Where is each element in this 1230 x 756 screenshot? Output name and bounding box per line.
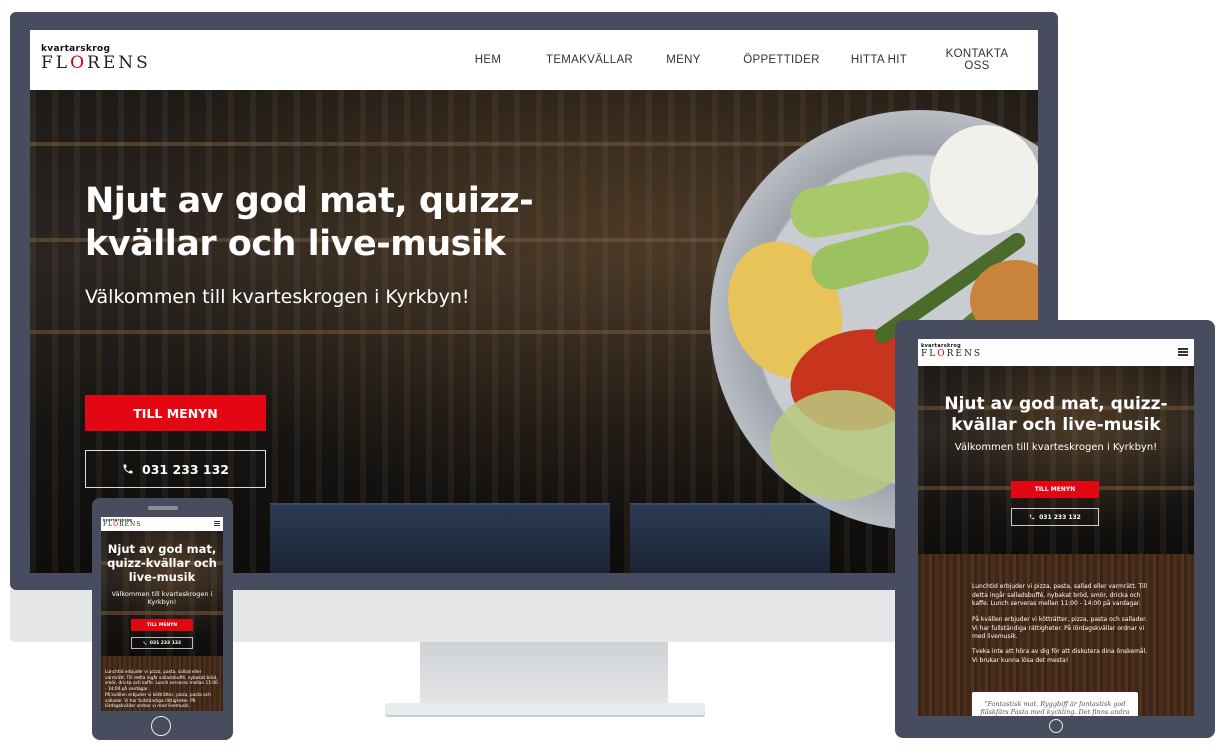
nav-item-hem[interactable]: HEM bbox=[430, 54, 546, 66]
tablet-hero: Njut av god mat, quizz-kvällar och live-… bbox=[918, 366, 1194, 554]
bar-fridge bbox=[630, 503, 830, 573]
desktop-header: kvartarskrog FLORENS HEM TEMAKVÄLLAR MEN… bbox=[30, 30, 1038, 90]
tablet-header: kvartarskrog FLORENS bbox=[918, 339, 1194, 366]
hero-subtitle: Välkommen till kvarteskrogen i Kyrkbyn! bbox=[954, 442, 1158, 453]
phone-button[interactable]: 031 233 132 bbox=[85, 450, 266, 488]
hero-title: Njut av god mat, quizz-kvällar och live-… bbox=[85, 181, 534, 264]
phone-button[interactable]: 031 233 132 bbox=[1011, 508, 1099, 526]
till-menyn-button[interactable]: TILL MENYN bbox=[131, 619, 193, 631]
phone-number-label: 031 233 132 bbox=[1039, 513, 1081, 521]
lunch-paragraph: Lunchtid erbjuder vi pizza, pasta, salla… bbox=[972, 583, 1148, 607]
hero-title: Njut av god mat, quizz-kvällar och live-… bbox=[944, 394, 1168, 435]
salad-image bbox=[770, 390, 910, 500]
phone-home-button[interactable] bbox=[151, 716, 171, 736]
evening-paragraph: På kvällen erbjuder vi kötträtter, pizza… bbox=[972, 616, 1147, 640]
phone-speaker bbox=[148, 506, 178, 510]
hero-subtitle: Välkommen till kvarteskrogen i Kyrkbyn! bbox=[85, 286, 470, 308]
desktop-logo[interactable]: kvartarskrog FLORENS bbox=[41, 44, 151, 72]
desktop-screen: kvartarskrog FLORENS HEM TEMAKVÄLLAR MEN… bbox=[30, 30, 1038, 573]
logo-bottom-text: FLORENS bbox=[103, 521, 142, 528]
review-quote-card: "Fantastisk mat. Ryggbiff är fantastisk … bbox=[972, 692, 1138, 716]
sauce-bowl-image bbox=[930, 125, 1038, 235]
tablet-content-section: Lunchtid erbjuder vi pizza, pasta, salla… bbox=[918, 554, 1194, 716]
nav-item-kontakta-oss[interactable]: KONTAKTA OSS bbox=[937, 48, 1017, 72]
phone-logo[interactable]: kvartarskrog FLORENS bbox=[103, 518, 141, 528]
lunch-paragraph: Lunchtid erbjuder vi pizza, pasta, salla… bbox=[105, 670, 218, 692]
phone-button[interactable]: 031 233 132 bbox=[131, 637, 193, 649]
nav-item-meny[interactable]: MENY bbox=[625, 54, 742, 66]
phone-icon bbox=[123, 464, 133, 474]
phone-number-label: 031 233 132 bbox=[149, 640, 182, 646]
tablet-home-button[interactable] bbox=[1049, 719, 1063, 733]
phone-header: kvartarskrog FLORENS bbox=[101, 517, 223, 531]
hamburger-menu-icon[interactable] bbox=[214, 521, 220, 526]
bar-shelf bbox=[101, 611, 223, 615]
phone-content-section: Lunchtid erbjuder vi pizza, pasta, salla… bbox=[101, 656, 223, 711]
nav-item-temakvallar[interactable]: TEMAKVÄLLAR bbox=[546, 54, 633, 66]
contact-paragraph: Tveka inte att höra av dig för att disku… bbox=[972, 648, 1148, 664]
logo-bottom-text: FLORENS bbox=[921, 349, 983, 359]
hero-title: Njut av god mat, quizz-kvällar och live-… bbox=[107, 542, 217, 584]
bar-fridge bbox=[270, 503, 610, 573]
tablet-logo[interactable]: kvartarskrog FLORENS bbox=[921, 343, 982, 359]
phone-number-label: 031 233 132 bbox=[142, 461, 229, 477]
tablet-screen: kvartarskrog FLORENS Njut av god mat, qu… bbox=[918, 339, 1194, 716]
desktop-monitor-stand bbox=[420, 642, 668, 704]
phone-screen: kvartarskrog FLORENS Njut av god mat, qu… bbox=[101, 517, 223, 711]
logo-bottom-text: FLORENS bbox=[41, 53, 151, 73]
hamburger-menu-icon[interactable] bbox=[1178, 348, 1188, 356]
hero-subtitle: Välkommen till kvarteskrogen i Kyrkbyn! bbox=[111, 590, 213, 606]
nav-item-oppettider[interactable]: ÖPPETTIDER bbox=[742, 54, 821, 66]
till-menyn-button[interactable]: TILL MENYN bbox=[1011, 481, 1099, 498]
evening-paragraph: På kvällen erbjuder vi kötträtter, pizza… bbox=[105, 693, 211, 710]
phone-icon bbox=[143, 641, 147, 645]
desktop-nav: HEM TEMAKVÄLLAR MENY ÖPPETTIDER HITTA HI… bbox=[430, 30, 1038, 90]
till-menyn-button[interactable]: TILL MENYN bbox=[85, 395, 266, 431]
phone-icon bbox=[1029, 514, 1035, 520]
nav-item-hitta-hit[interactable]: HITTA HIT bbox=[821, 54, 937, 66]
desktop-monitor-base bbox=[385, 703, 705, 715]
phone-hero: Njut av god mat, quizz-kvällar och live-… bbox=[101, 531, 223, 656]
